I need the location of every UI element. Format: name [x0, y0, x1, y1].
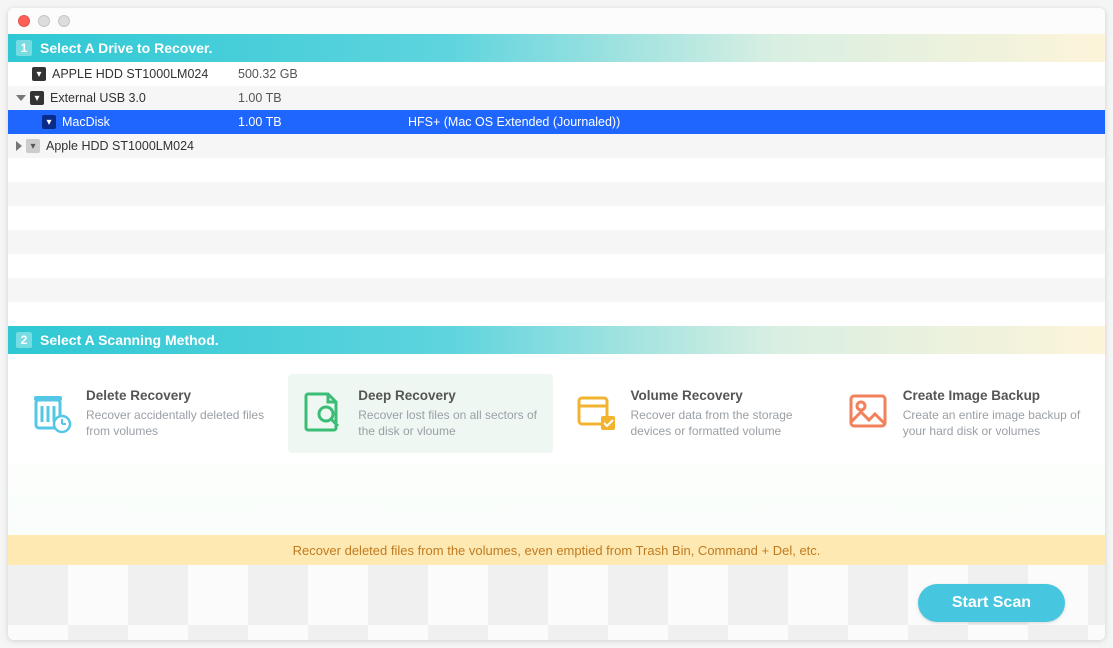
drive-size: 1.00 TB [238, 91, 408, 105]
maximize-icon[interactable] [58, 15, 70, 27]
drive-size: 1.00 TB [238, 115, 408, 129]
drive-row-apple-hdd[interactable]: ▾ APPLE HDD ST1000LM024 500.32 GB [8, 62, 1105, 86]
method-desc: Recover data from the storage devices or… [631, 407, 813, 439]
step1-header: 1 Select A Drive to Recover. [8, 34, 1105, 62]
step1-title: Select A Drive to Recover. [40, 40, 212, 56]
step2-number: 2 [16, 332, 32, 348]
drive-list: ▾ APPLE HDD ST1000LM024 500.32 GB ▾ Exte… [8, 62, 1105, 158]
method-title: Deep Recovery [358, 388, 540, 403]
step2-header: 2 Select A Scanning Method. [8, 326, 1105, 354]
method-delete-recovery[interactable]: Delete Recovery Recover accidentally del… [16, 374, 280, 453]
chevron-right-icon[interactable] [16, 141, 22, 151]
minimize-icon[interactable] [38, 15, 50, 27]
disk-icon: ▾ [30, 91, 44, 105]
trash-clock-icon [28, 388, 74, 434]
folder-box-icon [573, 388, 619, 434]
drive-name: External USB 3.0 [50, 91, 146, 105]
chevron-down-icon[interactable] [16, 95, 26, 101]
method-create-image-backup[interactable]: Create Image Backup Create an entire ima… [833, 374, 1097, 453]
info-bar: Recover deleted files from the volumes, … [8, 535, 1105, 565]
drive-fs: HFS+ (Mac OS Extended (Journaled)) [408, 115, 1105, 129]
drive-row-apple-hdd-2[interactable]: ▾ Apple HDD ST1000LM024 [8, 134, 1105, 158]
step1-number: 1 [16, 40, 32, 56]
drive-name: Apple HDD ST1000LM024 [46, 139, 194, 153]
disk-icon: ▾ [26, 139, 40, 153]
info-text: Recover deleted files from the volumes, … [293, 543, 821, 558]
app-window: 1 Select A Drive to Recover. ▾ APPLE HDD… [8, 8, 1105, 640]
method-title: Create Image Backup [903, 388, 1085, 403]
method-deep-recovery[interactable]: Deep Recovery Recover lost files on all … [288, 374, 552, 453]
drive-name: MacDisk [62, 115, 110, 129]
method-title: Volume Recovery [631, 388, 813, 403]
method-desc: Recover lost files on all sectors of the… [358, 407, 540, 439]
document-search-icon [300, 388, 346, 434]
start-scan-button[interactable]: Start Scan [918, 584, 1065, 622]
drive-name: APPLE HDD ST1000LM024 [52, 67, 208, 81]
drive-size: 500.32 GB [238, 67, 408, 81]
image-icon [845, 388, 891, 434]
method-volume-recovery[interactable]: Volume Recovery Recover data from the st… [561, 374, 825, 453]
scanning-methods: Delete Recovery Recover accidentally del… [8, 354, 1105, 465]
footer: Start Scan [8, 565, 1105, 640]
spacer-strip [8, 465, 1105, 535]
method-title: Delete Recovery [86, 388, 268, 403]
disk-icon: ▾ [42, 115, 56, 129]
disk-icon: ▾ [32, 67, 46, 81]
titlebar [8, 8, 1105, 34]
close-icon[interactable] [18, 15, 30, 27]
spacer [16, 69, 28, 79]
drive-row-macdisk[interactable]: ▾ MacDisk 1.00 TB HFS+ (Mac OS Extended … [8, 110, 1105, 134]
method-desc: Create an entire image backup of your ha… [903, 407, 1085, 439]
drive-list-empty-area [8, 158, 1105, 326]
method-desc: Recover accidentally deleted files from … [86, 407, 268, 439]
drive-row-external-usb[interactable]: ▾ External USB 3.0 1.00 TB [8, 86, 1105, 110]
step2-title: Select A Scanning Method. [40, 332, 219, 348]
